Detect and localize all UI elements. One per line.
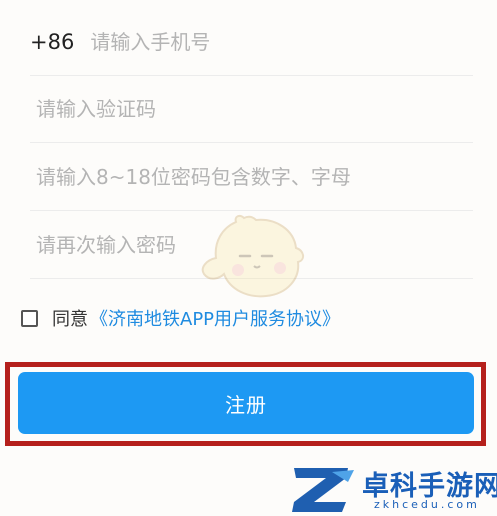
watermark: 卓科手游网 zkhcedu.com — [288, 462, 497, 516]
mascot-icon — [201, 214, 304, 298]
password-field — [30, 144, 473, 211]
country-code[interactable]: +86 — [30, 30, 74, 54]
verification-code-input[interactable] — [36, 97, 473, 121]
service-agreement-link[interactable]: 《济南地铁APP用户服务协议》 — [90, 305, 340, 331]
agreement-row: 同意 《济南地铁APP用户服务协议》 — [21, 303, 340, 333]
z-logo-icon — [292, 468, 354, 512]
register-button[interactable]: 注册 — [18, 372, 474, 434]
phone-input[interactable] — [90, 30, 473, 54]
phone-field: +86 — [30, 9, 473, 76]
password-input[interactable] — [36, 165, 473, 189]
agree-label: 同意 — [52, 309, 88, 330]
code-field — [30, 76, 473, 143]
agreement-checkbox[interactable] — [21, 309, 38, 327]
watermark-url: zkhcedu.com — [374, 498, 480, 511]
